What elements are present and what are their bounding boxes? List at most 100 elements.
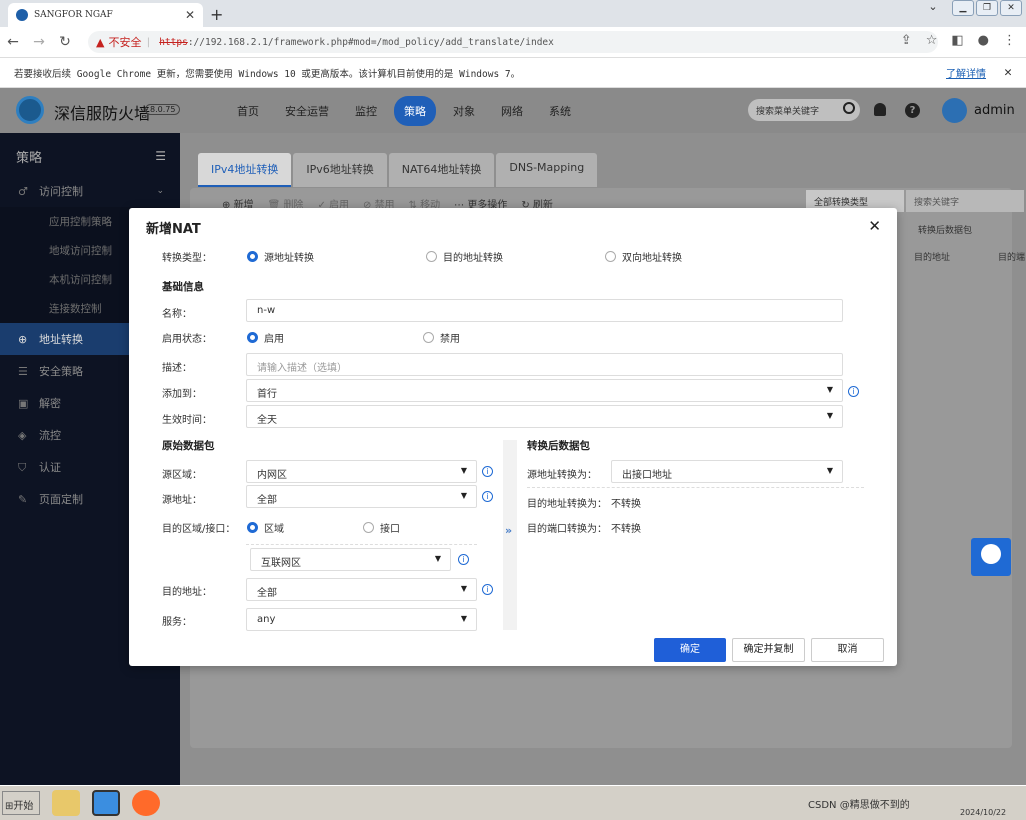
dst-zone-label: 目的区域/接口：: [162, 524, 236, 535]
menu-system[interactable]: 系统: [536, 103, 584, 119]
caret-down-icon: ▼: [826, 466, 833, 475]
keyword-search-input[interactable]: 搜索关键字: [906, 190, 1024, 212]
menu-home[interactable]: 首页: [224, 103, 272, 119]
search-icon[interactable]: [843, 102, 855, 114]
tab-nat64[interactable]: NAT64地址转换: [388, 153, 495, 187]
explorer-icon[interactable]: [52, 790, 80, 816]
dst-addr-label: 目的地址：: [162, 587, 212, 598]
src-zone-label: 源区域：: [162, 470, 202, 481]
name-label: 名称：: [162, 309, 192, 320]
menu-policy[interactable]: 策略: [394, 95, 436, 126]
clock: 2024/10/22: [960, 808, 1007, 817]
menu-network[interactable]: 网络: [488, 103, 536, 119]
reload-icon[interactable]: ↻: [52, 34, 78, 50]
desc-input[interactable]: 请输入描述（选填）: [246, 353, 843, 376]
menu-search-input[interactable]: 搜索菜单关键字: [748, 99, 860, 121]
radio-disable[interactable]: 禁用: [423, 330, 460, 345]
chevron-down-icon[interactable]: ⌄: [922, 0, 944, 16]
cancel-button[interactable]: 取消: [811, 638, 884, 662]
menu-objects[interactable]: 对象: [440, 103, 488, 119]
sangfor-logo-icon: [16, 96, 44, 124]
side-panel-icon[interactable]: ◧: [951, 33, 963, 48]
insecure-label: 不安全: [108, 36, 142, 49]
collapse-menu-icon[interactable]: ☰: [155, 149, 166, 163]
back-icon[interactable]: ←: [0, 34, 26, 50]
ok-button[interactable]: 确定: [654, 638, 726, 662]
close-window-button[interactable]: ✕: [1000, 0, 1022, 16]
desc-label: 描述：: [162, 363, 192, 374]
src-addr-select[interactable]: 全部 ▼: [246, 485, 477, 508]
trans-section-title: 转换后数据包: [527, 440, 590, 452]
globe-icon: ⊕: [18, 333, 28, 346]
radio-dst-nat[interactable]: 目的地址转换: [426, 249, 503, 264]
caret-down-icon: ▼: [460, 614, 467, 623]
info-icon[interactable]: i: [848, 386, 859, 397]
infobar-close-icon[interactable]: ✕: [1004, 65, 1012, 80]
add-to-label: 添加到：: [162, 389, 202, 400]
service-select[interactable]: any ▼: [246, 608, 477, 631]
caret-down-icon: ▼: [826, 385, 833, 394]
tab-dns-mapping[interactable]: DNS-Mapping: [496, 153, 598, 187]
name-input[interactable]: n-w: [246, 299, 843, 322]
close-icon[interactable]: ✕: [868, 217, 881, 235]
dst-zone-select[interactable]: 互联网区 ▼: [250, 548, 451, 571]
tab-ipv6-nat[interactable]: IPv6地址转换: [293, 153, 387, 187]
sidebar-item-access-control[interactable]: ♂ 访问控制 ⌄: [0, 175, 180, 207]
radio-enable[interactable]: 启用: [247, 330, 284, 345]
info-icon[interactable]: i: [482, 466, 493, 477]
close-tab-icon[interactable]: ✕: [185, 8, 195, 22]
profile-icon[interactable]: ●: [978, 33, 989, 48]
url-input[interactable]: ▲ 不安全 | https ://192.168.2.1/framework.p…: [88, 31, 938, 53]
help-icon[interactable]: ?: [905, 103, 920, 118]
radio-zone[interactable]: 区域: [247, 520, 284, 535]
tab-ipv4-nat[interactable]: IPv4地址转换: [198, 153, 292, 187]
new-nat-dialog: 新增NAT ✕ 转换类型： 源地址转换 目的地址转换 双向地址转换 基础信息 名…: [129, 208, 897, 666]
basic-section-title: 基础信息: [162, 281, 204, 293]
edit-icon: ✎: [18, 493, 28, 506]
flow-icon: ◈: [18, 429, 27, 442]
bookmark-star-icon[interactable]: ☆: [926, 33, 938, 48]
chrome-icon[interactable]: [92, 790, 120, 816]
menu-monitor[interactable]: 监控: [342, 103, 390, 119]
menu-security-ops[interactable]: 安全运营: [272, 103, 342, 119]
radio-bi-nat[interactable]: 双向地址转换: [605, 249, 682, 264]
start-button[interactable]: ⊞开始: [2, 791, 40, 815]
address-bar-row: ← → ↻ ▲ 不安全 | https ://192.168.2.1/frame…: [0, 27, 1026, 58]
browser-tab[interactable]: SANGFOR NGAF ✕: [8, 3, 203, 27]
info-icon[interactable]: i: [458, 554, 469, 565]
src-trans-label: 源地址转换为：: [527, 470, 597, 481]
chevron-down-icon: ⌄: [156, 186, 164, 196]
add-to-select[interactable]: 首行 ▼: [246, 379, 843, 402]
main-menu: 首页 安全运营 监控 策略 对象 网络 系统: [224, 88, 584, 133]
username[interactable]: admin: [974, 103, 1015, 118]
radio-src-nat[interactable]: 源地址转换: [247, 249, 314, 264]
infobar-message: 若要接收后续 Google Chrome 更新，您需要使用 Windows 10…: [14, 68, 521, 80]
dst-addr-select[interactable]: 全部 ▼: [246, 578, 477, 601]
time-label: 生效时间：: [162, 415, 212, 426]
double-chevron-right-icon: »: [505, 524, 513, 537]
forward-icon[interactable]: →: [26, 34, 52, 50]
avatar[interactable]: [942, 98, 967, 123]
ok-copy-button[interactable]: 确定并复制: [732, 638, 805, 662]
more-menu-icon[interactable]: ⋮: [1003, 33, 1016, 48]
section-divider: »: [503, 440, 517, 630]
version-badge: 8.0.75: [145, 104, 181, 115]
bell-icon[interactable]: [874, 103, 886, 116]
update-infobar: 若要接收后续 Google Chrome 更新，您需要使用 Windows 10…: [0, 58, 1026, 88]
info-icon[interactable]: i: [482, 491, 493, 502]
learn-more-link[interactable]: 了解详情: [946, 65, 986, 80]
info-icon[interactable]: i: [482, 584, 493, 595]
browser-tab-strip: SANGFOR NGAF ✕ + ⌄ ▁ ❐ ✕: [0, 0, 1026, 27]
src-zone-select[interactable]: 内网区 ▼: [246, 460, 477, 483]
assistant-icon[interactable]: [971, 538, 1011, 576]
share-icon[interactable]: ⇪: [901, 33, 912, 48]
firefox-icon[interactable]: [132, 790, 160, 816]
minimize-button[interactable]: ▁: [952, 0, 974, 16]
restore-button[interactable]: ❐: [976, 0, 998, 16]
caret-down-icon: ▼: [826, 411, 833, 420]
time-select[interactable]: 全天 ▼: [246, 405, 843, 428]
src-trans-select[interactable]: 出接口地址 ▼: [611, 460, 843, 483]
new-tab-button[interactable]: +: [210, 5, 223, 24]
col-dst-addr: 目的地址: [914, 253, 951, 263]
radio-interface[interactable]: 接口: [363, 520, 400, 535]
